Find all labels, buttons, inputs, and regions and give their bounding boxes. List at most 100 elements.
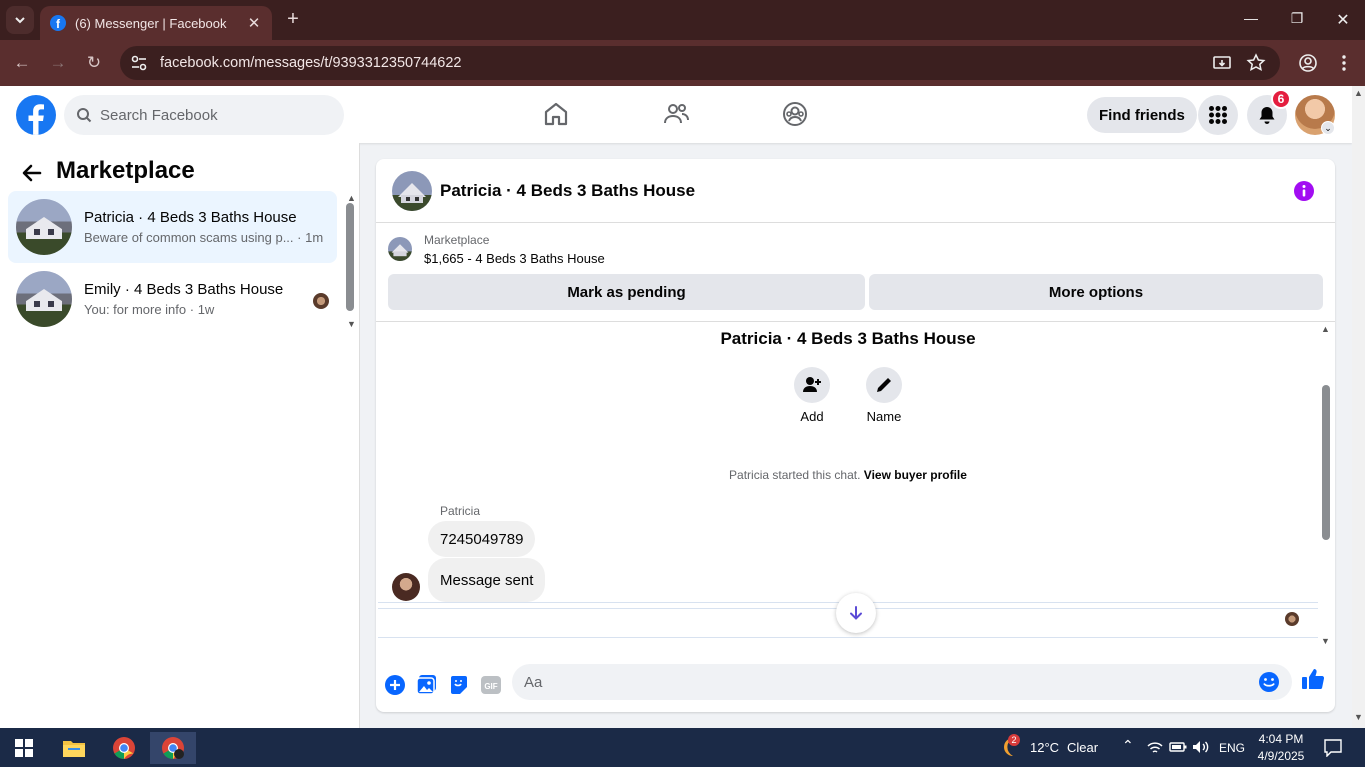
url-text: facebook.com/messages/t/9393312350744622 xyxy=(160,55,462,71)
start-button[interactable] xyxy=(3,732,45,764)
address-bar[interactable]: facebook.com/messages/t/9393312350744622 xyxy=(120,46,1280,80)
gif-icon[interactable]: GIF xyxy=(480,674,502,696)
message-bubble[interactable]: Message sent xyxy=(428,558,546,602)
name-label: Name xyxy=(866,409,902,424)
reload-button[interactable]: ↻ xyxy=(84,53,104,73)
facebook-favicon-icon: f xyxy=(50,15,66,31)
sender-avatar[interactable] xyxy=(392,573,420,601)
folder-icon xyxy=(63,741,85,757)
forward-button[interactable]: → xyxy=(48,53,68,73)
conversation-item[interactable]: Emily · 4 Beds 3 Baths House You: for mo… xyxy=(8,263,337,335)
home-icon[interactable] xyxy=(542,100,570,128)
plus-circle-icon[interactable] xyxy=(384,674,406,696)
close-window-button[interactable]: ✕ xyxy=(1333,10,1353,30)
maximize-button[interactable]: ❐ xyxy=(1287,10,1307,27)
thumbs-up-icon[interactable] xyxy=(1301,667,1325,691)
view-buyer-profile-link[interactable]: View buyer profile xyxy=(864,468,967,482)
profile-icon[interactable] xyxy=(1298,53,1318,73)
chat-scroll-up-icon[interactable]: ▲ xyxy=(1321,324,1330,334)
chrome-taskbar-button[interactable] xyxy=(103,732,145,764)
listing-small-avatar xyxy=(388,237,412,261)
chat-started-notice: Patricia started this chat. View buyer p… xyxy=(376,468,1320,482)
scroll-to-bottom-button[interactable] xyxy=(836,593,876,633)
tray-overflow-icon[interactable]: ⌃ xyxy=(1122,737,1134,754)
svg-text:GIF: GIF xyxy=(484,682,497,691)
message-bubble[interactable]: 7245049789 xyxy=(428,521,536,557)
back-button[interactable]: ← xyxy=(12,53,32,73)
sidebar-scroll-up-icon[interactable]: ▲ xyxy=(347,193,356,203)
chat-panel: Patricia · 4 Beds 3 Baths House Marketpl… xyxy=(376,159,1335,712)
file-explorer-button[interactable] xyxy=(53,732,95,764)
conversation-name: Patricia · 4 Beds 3 Baths House xyxy=(84,209,297,226)
mark-as-pending-button[interactable]: Mark as pending xyxy=(388,274,865,310)
conversation-title: Patricia · 4 Beds 3 Baths House xyxy=(720,329,976,348)
weather-widget[interactable]: 2 xyxy=(998,734,1020,758)
scroll-down-icon[interactable]: ▼ xyxy=(1354,712,1363,722)
notification-badge: 6 xyxy=(1271,89,1291,109)
notification-center-icon[interactable] xyxy=(1324,739,1342,757)
facebook-logo-icon[interactable] xyxy=(16,95,56,135)
add-label: Add xyxy=(800,409,824,424)
add-people-action[interactable]: Add xyxy=(782,367,842,424)
chat-scroll-down-icon[interactable]: ▼ xyxy=(1321,636,1330,646)
chat-scrollbar[interactable] xyxy=(1322,385,1330,540)
message-separator xyxy=(378,637,1318,638)
chrome-profile-icon xyxy=(162,737,184,759)
bell-icon xyxy=(1259,107,1275,124)
facebook-f-icon xyxy=(28,104,44,135)
chrome-icon xyxy=(113,737,135,759)
listing-price-title: $1,665 - 4 Beds 3 Baths House xyxy=(424,251,605,266)
grid-menu-icon xyxy=(1209,106,1227,124)
new-tab-button[interactable]: + xyxy=(283,9,303,29)
info-icon[interactable] xyxy=(1293,180,1315,202)
windows-logo-icon xyxy=(15,739,33,757)
name-chat-action[interactable]: Name xyxy=(854,367,914,424)
site-settings-icon[interactable] xyxy=(130,54,148,72)
clock-time[interactable]: 4:04 PM xyxy=(1257,732,1305,746)
chrome-active-taskbar-button[interactable] xyxy=(150,732,196,764)
sidebar-scroll-down-icon[interactable]: ▼ xyxy=(347,319,356,329)
emoji-icon[interactable] xyxy=(1258,671,1280,693)
chat-title: Patricia · 4 Beds 3 Baths House xyxy=(440,180,696,200)
conversation-item[interactable]: Patricia · 4 Beds 3 Baths House Beware o… xyxy=(8,191,337,263)
back-arrow-icon[interactable] xyxy=(20,161,44,185)
find-friends-button[interactable]: Find friends xyxy=(1087,97,1197,133)
listing-avatar[interactable] xyxy=(392,170,432,211)
page-scrollbar[interactable]: ▲ ▼ xyxy=(1352,86,1365,728)
clock-date[interactable]: 4/9/2025 xyxy=(1255,749,1307,763)
bookmark-star-icon[interactable] xyxy=(1246,53,1266,73)
search-placeholder: Search Facebook xyxy=(100,106,218,124)
browser-tab-bar: f (6) Messenger | Facebook ✕ + — ❐ ✕ xyxy=(0,0,1365,40)
tab-search-button[interactable] xyxy=(6,6,34,34)
wifi-icon[interactable] xyxy=(1147,741,1163,755)
pencil-icon xyxy=(877,378,891,392)
marketplace-sidebar: Marketplace Patricia · 4 Beds 3 Baths Ho… xyxy=(0,143,360,728)
photo-icon[interactable] xyxy=(416,674,438,696)
weather-status: Clear xyxy=(1067,740,1099,755)
message-input[interactable]: Aa xyxy=(512,664,1292,700)
weather-badge: 2 xyxy=(1008,734,1020,746)
more-options-button[interactable]: More options xyxy=(869,274,1323,310)
install-app-icon[interactable] xyxy=(1212,53,1232,73)
sidebar-scrollbar[interactable] xyxy=(346,203,354,311)
minimize-button[interactable]: — xyxy=(1241,10,1261,26)
battery-icon[interactable] xyxy=(1169,741,1187,753)
windows-taskbar: 2 12°C Clear ⌃ ENG 4:04 PM 4/9/2025 xyxy=(0,728,1365,767)
volume-icon[interactable] xyxy=(1192,740,1210,754)
sticker-icon[interactable] xyxy=(448,674,470,696)
add-person-icon xyxy=(803,377,821,392)
chat-header: Patricia · 4 Beds 3 Baths House xyxy=(376,159,1335,223)
friends-icon[interactable] xyxy=(662,100,690,128)
chevron-down-icon xyxy=(15,17,25,24)
account-chevron-icon[interactable]: ⌄ xyxy=(1321,121,1335,135)
groups-icon[interactable] xyxy=(781,100,809,128)
language-indicator[interactable]: ENG xyxy=(1219,741,1245,755)
browser-tab[interactable]: f (6) Messenger | Facebook ✕ xyxy=(40,6,272,40)
close-tab-icon[interactable]: ✕ xyxy=(246,14,262,32)
marketplace-listing-info[interactable]: Marketplace $1,665 - 4 Beds 3 Baths Hous… xyxy=(388,233,605,266)
menu-button[interactable] xyxy=(1198,95,1238,135)
search-input[interactable]: Search Facebook xyxy=(64,95,344,135)
scroll-up-icon[interactable]: ▲ xyxy=(1354,88,1363,98)
menu-kebab-icon[interactable] xyxy=(1334,53,1354,73)
facebook-header: Search Facebook Find friends xyxy=(0,86,1352,143)
